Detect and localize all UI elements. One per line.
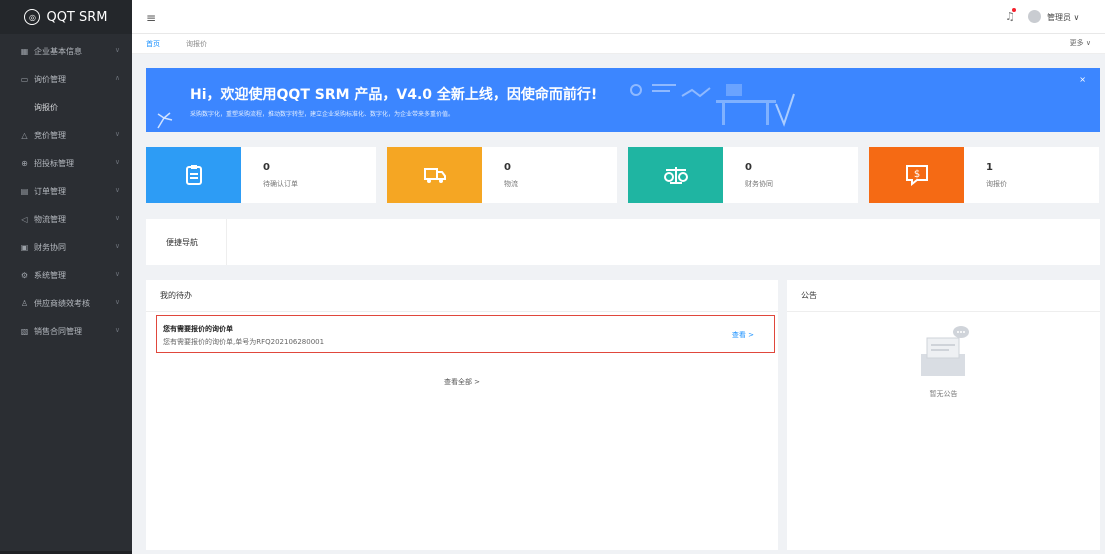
sidebar-item-label: 系统管理 [34,270,66,280]
stat-label: 财务协同 [745,180,773,188]
inquiry-icon: ▭ [20,74,29,84]
sidebar-item-label: 物流管理 [34,214,66,224]
notice-empty-text: 暂无公告 [929,390,958,398]
todo-item-title: 您有需要报价的询价单 [163,325,233,333]
finance-icon: ▣ [20,242,29,252]
chevron-down-icon: ∨ [114,46,120,54]
dollar-chat-icon: $ [869,147,964,203]
sidebar-item-finance[interactable]: ▣ 财务协同 ∨ [0,233,132,261]
logo-mark-icon: ◎ [24,9,41,25]
sidebar-item-label: 招投标管理 [34,158,74,168]
sidebar-item-label: 供应商绩效考核 [34,298,90,308]
chevron-down-icon: ∨ [114,326,120,334]
user-menu[interactable]: 管理员 ∨ [1047,12,1079,23]
chevron-down-icon: ∨ [114,298,120,306]
tab-bar: 首页 询报价 更多 ∨ [132,34,1105,54]
sidebar-item-inquiry[interactable]: ▭ 询价管理 ∧ [0,65,132,93]
view-button[interactable]: 查看 > [732,330,754,340]
quick-nav-title: 便捷导航 [166,238,198,247]
sidebar-item-sales-contract[interactable]: ▧ 销售合同管理 ∨ [0,317,132,345]
notice-title: 公告 [787,280,1100,312]
notice-panel: 公告 暂无公告 [787,280,1100,550]
sidebar-item-order[interactable]: ▤ 订单管理 ∨ [0,177,132,205]
avatar[interactable] [1028,10,1041,23]
chevron-up-icon: ∧ [114,74,120,82]
bidding-icon: △ [21,130,28,140]
sidebar-item-supplier-kpi[interactable]: ♙ 供应商绩效考核 ∨ [0,289,132,317]
sidebar-menu: ▦ 企业基本信息 ∨ ▭ 询价管理 ∧ 询报价 △ 竞价管理 ∨ ⊕ 招投标管理… [0,34,132,345]
desk-illustration-icon [630,84,795,127]
tender-icon: ⊕ [21,158,28,168]
sidebar-item-label: 竞价管理 [34,130,66,140]
top-bar: ≡ ♫ 管理员 ∨ [132,0,1105,34]
logo-text: QQT SRM [46,9,108,25]
svg-text:$: $ [913,169,919,180]
building-icon: ▦ [20,46,29,56]
scale-icon [628,147,723,203]
sidebar-item-label: 财务协同 [34,242,66,252]
todo-item-desc: 您有需要报价的询价单,单号为RFQ202106280001 [163,338,325,346]
clipboard-icon [146,147,241,203]
stat-value: 0 [504,162,511,173]
sidebar-item-label: 订单管理 [34,186,66,196]
chevron-down-icon: ∨ [114,186,120,194]
todo-title: 我的待办 [146,280,778,312]
stat-label: 待确认订单 [263,180,298,188]
chevron-down-icon: ∨ [114,270,120,278]
bell-icon[interactable]: ♫ [1005,8,1016,23]
sidebar-item-logistics[interactable]: ◁ 物流管理 ∨ [0,205,132,233]
tabs-more-button[interactable]: 更多 ∨ [1070,38,1091,48]
tab-home[interactable]: 首页 [146,39,160,49]
chevron-down-icon: ∨ [114,130,120,138]
stat-label: 物流 [504,180,518,188]
stat-value: 0 [745,162,752,173]
notification-dot [1012,8,1016,12]
banner-title: Hi，欢迎使用QQT SRM 产品，V4.0 全新上线，因使命而前行! [190,87,598,103]
sidebar-item-bidding[interactable]: △ 竞价管理 ∨ [0,121,132,149]
truck-icon [387,147,482,203]
chevron-down-icon: ∨ [114,214,120,222]
sidebar-item-label: 销售合同管理 [34,326,82,336]
stat-value: 1 [986,162,993,173]
stat-card-quote[interactable]: $ 1 询报价 [869,147,1099,203]
gear-icon: ⚙ [20,270,29,280]
sidebar-item-tender[interactable]: ⊕ 招投标管理 ∨ [0,149,132,177]
sidebar-item-label: 询报价 [34,102,58,112]
contract-icon: ▧ [20,326,29,336]
person-icon: ♙ [20,298,29,308]
stat-card-finance[interactable]: 0 财务协同 [628,147,858,203]
quick-nav-panel: 便捷导航 [146,219,1100,265]
chevron-down-icon: ∨ [114,242,120,250]
tab-quote[interactable]: 询报价 [186,39,207,49]
sidebar-item-label: 询价管理 [34,74,66,84]
sidebar-item-label: 企业基本信息 [34,46,82,56]
chevron-down-icon: ∨ [114,158,120,166]
divider [226,219,227,265]
order-icon: ▤ [20,186,29,196]
banner-close-button[interactable]: × [1079,75,1086,84]
todo-item[interactable]: 您有需要报价的询价单 您有需要报价的询价单,单号为RFQ202106280001… [156,315,775,353]
stat-value: 0 [263,162,270,173]
menu-toggle-icon[interactable]: ≡ [146,11,156,25]
logistics-icon: ◁ [21,214,28,224]
sidebar: ◎ QQT SRM ▦ 企业基本信息 ∨ ▭ 询价管理 ∧ 询报价 △ 竞价管理… [0,0,132,554]
empty-inbox-icon [921,326,969,376]
sidebar-item-system[interactable]: ⚙ 系统管理 ∨ [0,261,132,289]
stat-card-logistics[interactable]: 0 物流 [387,147,617,203]
view-all-link[interactable]: 查看全部 > [146,377,778,387]
welcome-banner: Hi，欢迎使用QQT SRM 产品，V4.0 全新上线，因使命而前行! 采购数字… [146,68,1100,132]
leaf-icon [157,112,173,129]
stat-card-pending-orders[interactable]: 0 待确认订单 [146,147,376,203]
stat-label: 询报价 [986,180,1007,188]
banner-subtitle: 采购数字化，重塑采购流程，推动数字转型，建立企业采购标准化、数字化，为企业带来多… [190,111,455,118]
app-logo[interactable]: ◎ QQT SRM [0,0,132,34]
todo-panel: 我的待办 您有需要报价的询价单 您有需要报价的询价单,单号为RFQ2021062… [146,280,778,550]
sidebar-subitem-quote[interactable]: 询报价 [0,93,132,121]
sidebar-item-company-info[interactable]: ▦ 企业基本信息 ∨ [0,37,132,65]
